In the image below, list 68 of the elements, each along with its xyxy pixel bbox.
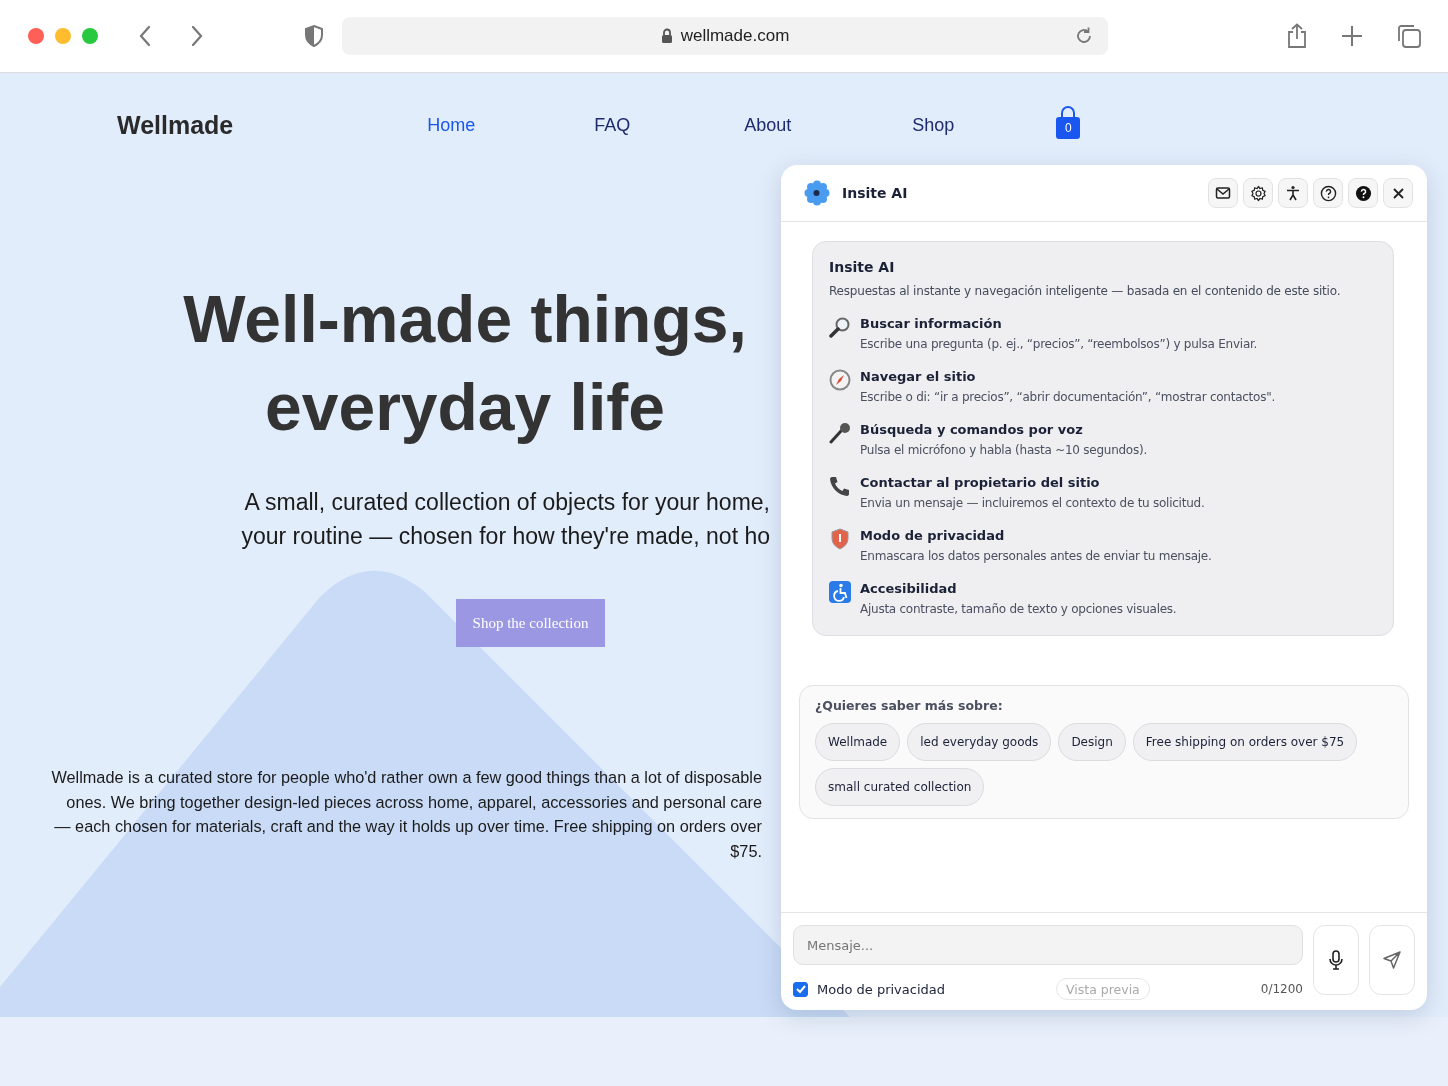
nav-link[interactable]: About (744, 114, 913, 136)
settings-icon (1249, 184, 1267, 202)
feature-title: Navegar el sitio (860, 369, 977, 384)
send-button[interactable] (1369, 925, 1415, 995)
feature-description: Escribe una pregunta (p. ej., “precios”, “reembolsos”) y pulsa Enviar. (860, 337, 1258, 351)
assistant-logo-icon (804, 180, 830, 206)
feature-title: Contactar al propietario del sitio (860, 475, 1101, 490)
close-window-button[interactable] (28, 28, 44, 44)
reload-icon[interactable] (1074, 26, 1094, 46)
send-icon (1382, 950, 1402, 970)
intro-title: Insite AI (829, 259, 896, 275)
feature-description: Enmascara los datos personales antes de enviar tu mensaje. (860, 549, 1212, 563)
lock-icon (660, 28, 673, 44)
magnifier-icon (829, 316, 851, 338)
close-icon (1391, 186, 1405, 200)
shield-icon[interactable] (304, 24, 324, 48)
help-button[interactable] (1313, 178, 1343, 208)
phone-icon (829, 475, 851, 497)
forward-icon[interactable] (190, 25, 204, 47)
nav-link[interactable]: Home (427, 114, 595, 136)
suggestion-chip[interactable]: led everyday goods (907, 723, 1052, 761)
feature-description: Envia un mensaje — incluiremos el contexto de tu solicitud. (860, 496, 1205, 510)
hero-heading: everyday life (265, 369, 665, 446)
share-icon[interactable] (1286, 23, 1308, 49)
nav-link[interactable]: Shop (912, 114, 1056, 136)
suggestions-heading: ¿Quieres saber más sobre: (815, 698, 1004, 713)
microphone-icon (1328, 950, 1344, 970)
shield-icon (829, 528, 851, 550)
suggestion-chip[interactable]: small curated collection (815, 768, 985, 806)
envelope-icon (1215, 185, 1231, 201)
person-icon (1285, 185, 1301, 201)
suggestion-chip[interactable]: Design (1058, 723, 1126, 761)
accessibility-button[interactable] (1278, 178, 1308, 208)
microphone-icon (829, 422, 851, 444)
feature-description: Ajusta contraste, tamaño de texto y opciones visuales. (860, 602, 1177, 616)
new-tab-icon[interactable] (1341, 25, 1363, 47)
suggestion-chip[interactable]: Free shipping on orders over $75 (1132, 723, 1358, 761)
privacy-checkbox[interactable] (793, 981, 808, 997)
settings-button[interactable] (1243, 178, 1273, 208)
feature-description: Escribe o di: “ir a precios”, “abrir documentación”, “mostrar contactos". (860, 390, 1275, 404)
about-paragraph: Wellmade is a curated store for people who'd rather own a few good things than a lot of disposable ones. We bring together design-led pieces across home, apparel, accessories and personal care — each chosen for materials, craft and the way it holds up over time. Free shipping on orders over $75. (50, 767, 762, 862)
back-icon[interactable] (138, 25, 152, 47)
intro-subtitle: Respuestas al instante y navegación inteligente — basada en el contenido de este sitio. (829, 284, 1342, 298)
hero-subtitle: A small, curated collection of objects for your home, (244, 488, 770, 517)
privacy-label: Modo de privacidad (817, 981, 945, 997)
feature-title: Accesibilidad (860, 581, 958, 596)
microphone-button[interactable] (1313, 925, 1359, 995)
nav-link[interactable]: FAQ (594, 114, 745, 136)
character-counter: 0/1200 (1260, 982, 1303, 996)
message-field[interactable]: Mensaje... (793, 925, 1303, 965)
filled-question-icon (1354, 184, 1372, 202)
feature-title: Buscar información (860, 316, 1003, 331)
feature-title: Búsqueda y comandos por voz (860, 422, 1084, 437)
chat-title: Insite AI (842, 185, 908, 201)
wheelchair-icon (829, 581, 851, 603)
hero-heading: Well-made things, (183, 281, 747, 358)
feature-title: Modo de privacidad (860, 528, 1006, 543)
email-button[interactable] (1208, 178, 1238, 208)
info-button[interactable] (1348, 178, 1378, 208)
close-button[interactable] (1383, 178, 1413, 208)
feature-description: Pulsa el micrófono y habla (hasta ~10 segundos). (860, 443, 1147, 457)
site-logo[interactable]: Wellmade (117, 110, 234, 140)
compass-icon (829, 369, 851, 391)
address-bar[interactable]: wellmade.com (342, 17, 1108, 55)
suggestion-chip[interactable]: Wellmade (815, 723, 901, 761)
hero-subtitle: your routine — chosen for how they're made, not ho (241, 522, 770, 551)
question-icon (1319, 184, 1337, 202)
tabs-overview-icon[interactable] (1396, 23, 1422, 49)
